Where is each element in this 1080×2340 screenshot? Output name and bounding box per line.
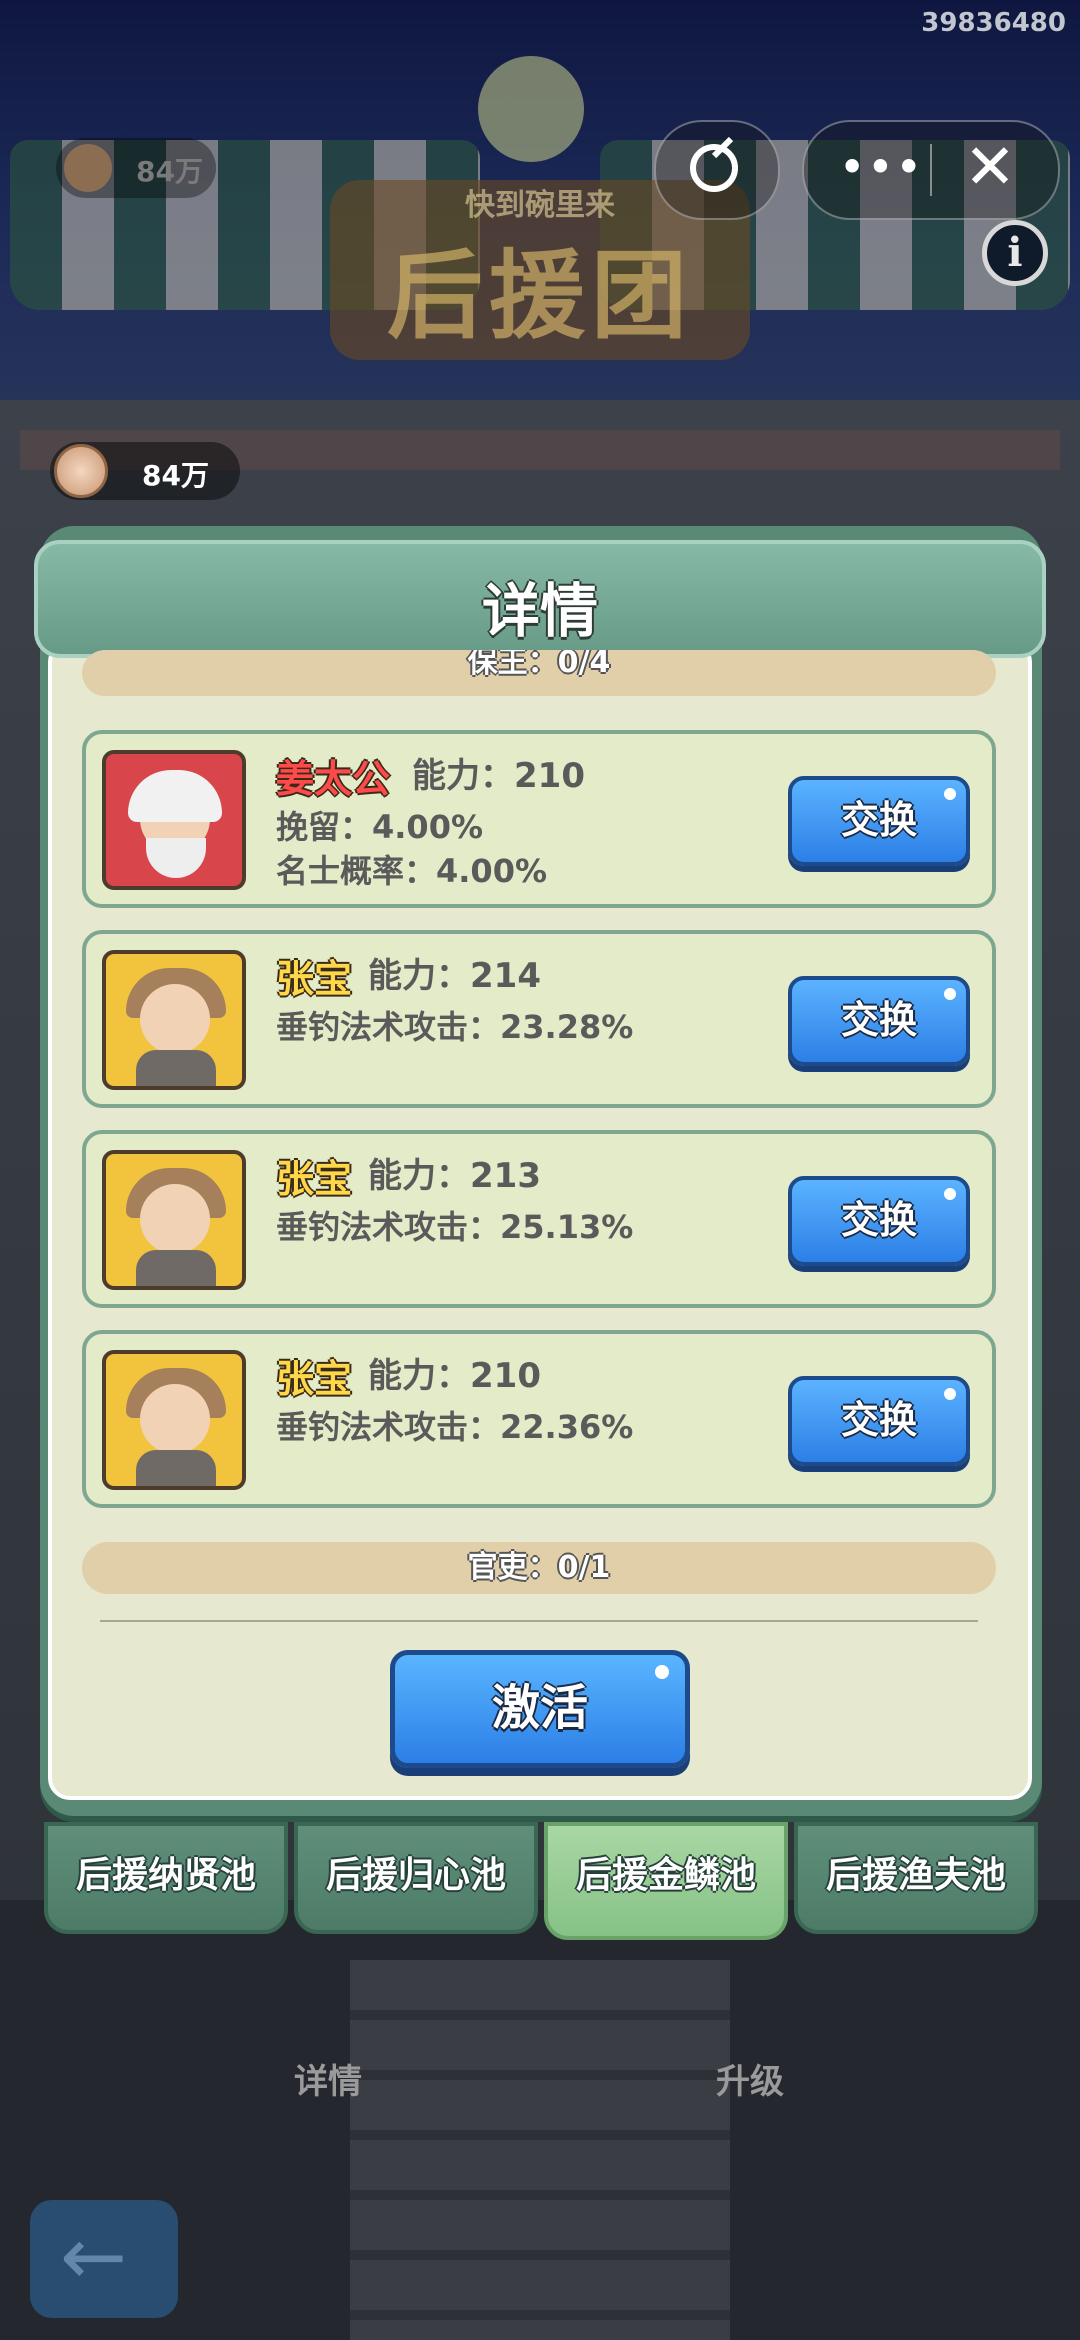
hero-name: 张宝 — [276, 1157, 353, 1201]
hero-portrait — [102, 1150, 246, 1290]
background-details-label: 详情 — [294, 2062, 362, 2102]
tab-fisherman-pool[interactable]: 后援渔夫池 — [794, 1822, 1038, 1934]
banner-subtitle: 快到碗里来 — [465, 188, 615, 223]
more-dots-icon[interactable]: ••• — [840, 148, 925, 186]
tab-recruit-pool[interactable]: 后援纳贤池 — [44, 1822, 288, 1934]
capsule-divider — [930, 144, 932, 196]
mini-program-button[interactable] — [654, 120, 780, 220]
tab-golden-scale-pool[interactable]: 后援金鳞池 — [544, 1822, 788, 1940]
hero-stat-celebrity: 名士概率：4.00% — [276, 852, 548, 890]
tab-loyalty-pool[interactable]: 后援归心池 — [294, 1822, 538, 1934]
hero-portrait — [102, 1350, 246, 1490]
modal-title: 详情 — [481, 577, 598, 645]
coin-value: 84万 — [142, 459, 209, 492]
coin-icon — [64, 144, 112, 192]
swap-button[interactable]: 交换 — [788, 1376, 970, 1466]
section-bar-top: 保王：0/4 — [82, 650, 996, 696]
hero-stat-fishing-attack: 垂钓法术攻击：25.13% — [276, 1208, 634, 1246]
hero-portrait — [102, 950, 246, 1090]
hero-portrait — [102, 750, 246, 890]
hero-card: 张宝 能力：213 垂钓法术攻击：25.13% 交换 — [82, 1130, 996, 1308]
hero-power: 能力：214 — [368, 956, 541, 996]
hero-stat-fishing-attack: 垂钓法术攻击：22.36% — [276, 1408, 634, 1446]
swap-button[interactable]: 交换 — [788, 776, 970, 866]
hero-name: 张宝 — [276, 957, 353, 1001]
hero-power: 能力：210 — [412, 756, 585, 796]
hero-card: 张宝 能力：214 垂钓法术攻击：23.28% 交换 — [82, 930, 996, 1108]
banner-title: 后援团 — [387, 240, 693, 352]
user-id-label: 39836480 — [921, 8, 1066, 38]
hero-card: 姜太公 能力：210 挽留：4.00% 名士概率：4.00% 交换 — [82, 730, 996, 908]
coin-counter: 84万 — [50, 442, 240, 500]
background-coin-value: 84万 — [136, 155, 203, 188]
mini-program-icon — [690, 144, 738, 192]
section-bar-officials: 官吏：0/1 — [82, 1542, 996, 1594]
coin-icon — [54, 444, 108, 498]
activate-button[interactable]: 激活 — [390, 1650, 690, 1768]
divider — [100, 1620, 978, 1622]
hero-stat-retain: 挽留：4.00% — [276, 808, 484, 846]
info-icon[interactable]: i — [982, 220, 1048, 286]
capsule-menu: ••• ✕ — [802, 120, 1060, 220]
hero-name: 张宝 — [276, 1357, 353, 1401]
details-modal-header: 详情 — [34, 540, 1046, 658]
swap-button[interactable]: 交换 — [788, 1176, 970, 1266]
hero-power: 能力：210 — [368, 1356, 541, 1396]
hero-name: 姜太公 — [276, 757, 391, 801]
hero-power: 能力：213 — [368, 1156, 541, 1196]
stairs — [350, 1960, 730, 2340]
moon — [478, 56, 584, 162]
background-coin-counter: 84万 — [56, 138, 216, 198]
hero-card: 张宝 能力：210 垂钓法术攻击：22.36% 交换 — [82, 1330, 996, 1508]
close-icon[interactable]: ✕ — [964, 132, 1016, 202]
swap-button[interactable]: 交换 — [788, 976, 970, 1066]
hero-stat-fishing-attack: 垂钓法术攻击：23.28% — [276, 1008, 634, 1046]
background-upgrade-label: 升级 — [716, 2062, 784, 2102]
back-arrow-icon[interactable] — [30, 2200, 178, 2318]
